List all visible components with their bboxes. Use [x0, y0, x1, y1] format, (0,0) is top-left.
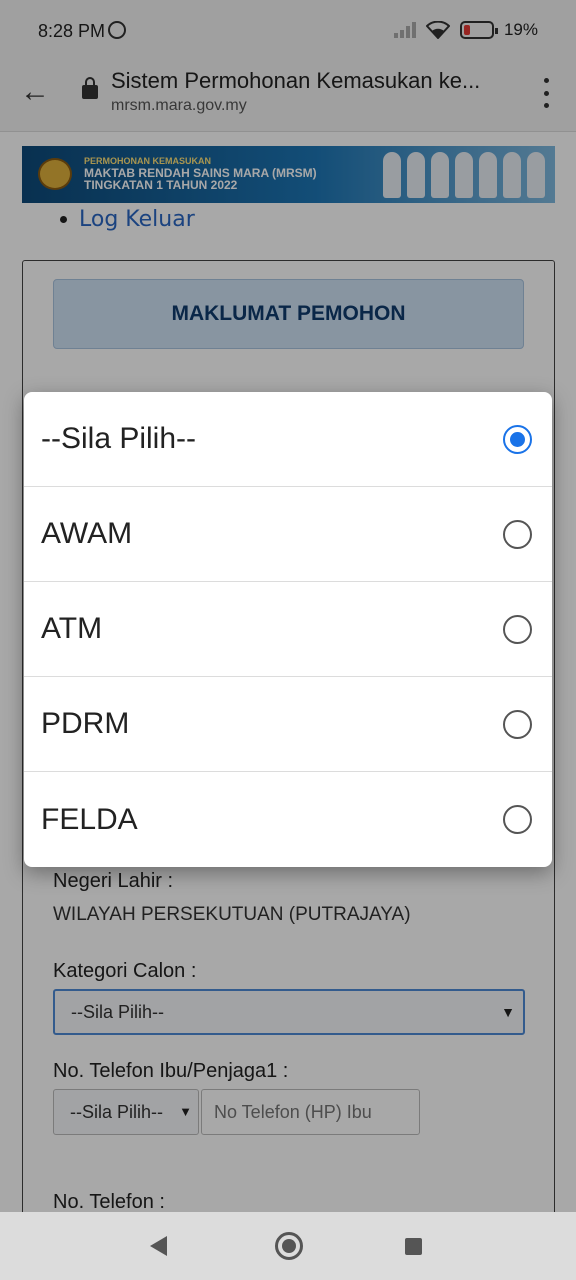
option-label: --Sila Pilih-- — [41, 422, 197, 455]
option-label: FELDA — [41, 802, 138, 836]
option-label: PDRM — [41, 707, 130, 740]
option-pdrm[interactable]: PDRM — [24, 677, 552, 772]
radio-icon[interactable] — [503, 615, 532, 644]
nav-recents-icon[interactable] — [405, 1238, 422, 1255]
radio-icon[interactable] — [503, 710, 532, 739]
option-sila-pilih[interactable]: --Sila Pilih-- — [24, 392, 552, 487]
option-awam[interactable]: AWAM — [24, 487, 552, 582]
radio-selected-icon[interactable] — [503, 425, 532, 454]
radio-icon[interactable] — [503, 520, 532, 549]
nav-home-icon[interactable] — [275, 1232, 303, 1260]
option-atm[interactable]: ATM — [24, 582, 552, 677]
nav-back-icon[interactable] — [150, 1236, 167, 1256]
system-nav-bar — [0, 1212, 576, 1280]
radio-icon[interactable] — [503, 805, 532, 834]
option-felda[interactable]: FELDA — [24, 772, 552, 867]
kategori-options-dialog: --Sila Pilih-- AWAM ATM PDRM FELDA — [24, 392, 552, 867]
option-label: AWAM — [41, 517, 133, 550]
option-label: ATM — [41, 612, 103, 645]
